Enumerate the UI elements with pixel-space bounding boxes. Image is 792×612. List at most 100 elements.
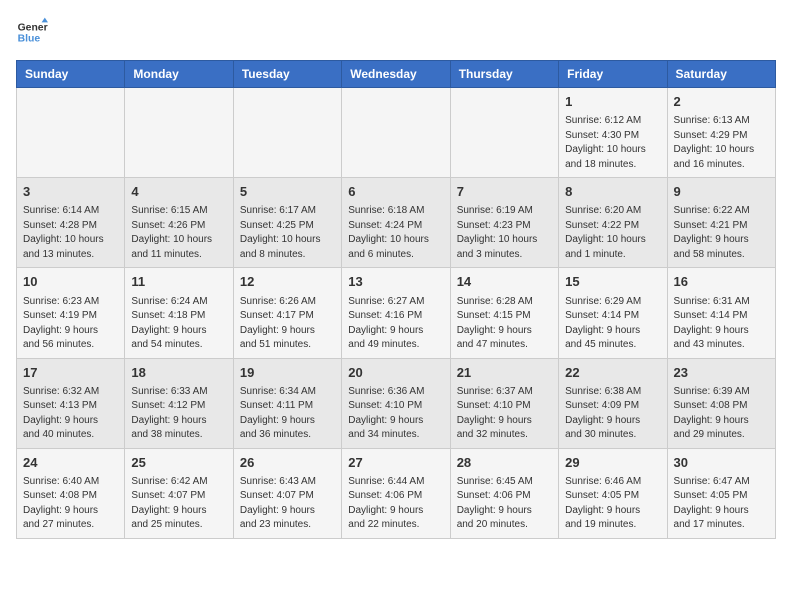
day-info: Sunrise: 6:12 AMSunset: 4:30 PMDaylight:… bbox=[565, 114, 660, 172]
day-info: Sunrise: 6:39 AMSunset: 4:08 PMDaylight:… bbox=[674, 385, 769, 443]
calendar-cell: 6 Sunrise: 6:18 AMSunset: 4:24 PMDaylight… bbox=[342, 178, 450, 268]
day-info: Sunrise: 6:38 AMSunset: 4:09 PMDaylight:… bbox=[565, 385, 660, 443]
day-info: Sunrise: 6:28 AMSunset: 4:15 PMDaylight:… bbox=[457, 295, 552, 353]
calendar-cell: 17 Sunrise: 6:32 AMSunset: 4:13 PMDayligh… bbox=[17, 358, 125, 448]
day-number: 18 bbox=[131, 364, 226, 382]
day-number: 15 bbox=[565, 273, 660, 291]
day-number: 11 bbox=[131, 273, 226, 291]
day-info: Sunrise: 6:43 AMSunset: 4:07 PMDaylight:… bbox=[240, 475, 335, 533]
day-number: 19 bbox=[240, 364, 335, 382]
calendar-cell: 18 Sunrise: 6:33 AMSunset: 4:12 PMDayligh… bbox=[125, 358, 233, 448]
calendar-week-row: 1 Sunrise: 6:12 AMSunset: 4:30 PMDaylight… bbox=[17, 88, 776, 178]
calendar-cell: 20 Sunrise: 6:36 AMSunset: 4:10 PMDayligh… bbox=[342, 358, 450, 448]
day-number: 26 bbox=[240, 454, 335, 472]
header-day: Monday bbox=[125, 61, 233, 88]
day-number: 6 bbox=[348, 183, 443, 201]
day-info: Sunrise: 6:46 AMSunset: 4:05 PMDaylight:… bbox=[565, 475, 660, 533]
logo-icon: General Blue bbox=[16, 16, 48, 48]
calendar-cell: 26 Sunrise: 6:43 AMSunset: 4:07 PMDayligh… bbox=[233, 448, 341, 538]
calendar-cell: 27 Sunrise: 6:44 AMSunset: 4:06 PMDayligh… bbox=[342, 448, 450, 538]
day-info: Sunrise: 6:26 AMSunset: 4:17 PMDaylight:… bbox=[240, 295, 335, 353]
calendar-cell: 3 Sunrise: 6:14 AMSunset: 4:28 PMDaylight… bbox=[17, 178, 125, 268]
day-number: 3 bbox=[23, 183, 118, 201]
svg-text:Blue: Blue bbox=[18, 34, 41, 45]
day-number: 9 bbox=[674, 183, 769, 201]
day-info: Sunrise: 6:33 AMSunset: 4:12 PMDaylight:… bbox=[131, 385, 226, 443]
day-number: 21 bbox=[457, 364, 552, 382]
calendar-cell bbox=[342, 88, 450, 178]
day-number: 30 bbox=[674, 454, 769, 472]
calendar-cell: 30 Sunrise: 6:47 AMSunset: 4:05 PMDayligh… bbox=[667, 448, 775, 538]
calendar-cell bbox=[125, 88, 233, 178]
header-row: SundayMondayTuesdayWednesdayThursdayFrid… bbox=[17, 61, 776, 88]
day-number: 12 bbox=[240, 273, 335, 291]
calendar-table: SundayMondayTuesdayWednesdayThursdayFrid… bbox=[16, 60, 776, 539]
day-info: Sunrise: 6:34 AMSunset: 4:11 PMDaylight:… bbox=[240, 385, 335, 443]
day-info: Sunrise: 6:19 AMSunset: 4:23 PMDaylight:… bbox=[457, 204, 552, 262]
calendar-cell: 19 Sunrise: 6:34 AMSunset: 4:11 PMDayligh… bbox=[233, 358, 341, 448]
header: General Blue bbox=[16, 16, 776, 48]
calendar-cell: 29 Sunrise: 6:46 AMSunset: 4:05 PMDayligh… bbox=[559, 448, 667, 538]
calendar-cell: 28 Sunrise: 6:45 AMSunset: 4:06 PMDayligh… bbox=[450, 448, 558, 538]
day-number: 28 bbox=[457, 454, 552, 472]
day-number: 16 bbox=[674, 273, 769, 291]
day-number: 22 bbox=[565, 364, 660, 382]
calendar-week-row: 17 Sunrise: 6:32 AMSunset: 4:13 PMDayligh… bbox=[17, 358, 776, 448]
day-number: 27 bbox=[348, 454, 443, 472]
calendar-cell bbox=[450, 88, 558, 178]
day-info: Sunrise: 6:15 AMSunset: 4:26 PMDaylight:… bbox=[131, 204, 226, 262]
calendar-body: 1 Sunrise: 6:12 AMSunset: 4:30 PMDaylight… bbox=[17, 88, 776, 539]
calendar-cell: 2 Sunrise: 6:13 AMSunset: 4:29 PMDaylight… bbox=[667, 88, 775, 178]
logo: General Blue bbox=[16, 16, 48, 48]
calendar-week-row: 3 Sunrise: 6:14 AMSunset: 4:28 PMDaylight… bbox=[17, 178, 776, 268]
day-info: Sunrise: 6:37 AMSunset: 4:10 PMDaylight:… bbox=[457, 385, 552, 443]
day-info: Sunrise: 6:18 AMSunset: 4:24 PMDaylight:… bbox=[348, 204, 443, 262]
calendar-cell: 1 Sunrise: 6:12 AMSunset: 4:30 PMDaylight… bbox=[559, 88, 667, 178]
calendar-cell: 25 Sunrise: 6:42 AMSunset: 4:07 PMDayligh… bbox=[125, 448, 233, 538]
day-info: Sunrise: 6:45 AMSunset: 4:06 PMDaylight:… bbox=[457, 475, 552, 533]
day-info: Sunrise: 6:36 AMSunset: 4:10 PMDaylight:… bbox=[348, 385, 443, 443]
svg-text:General: General bbox=[18, 22, 48, 33]
day-info: Sunrise: 6:17 AMSunset: 4:25 PMDaylight:… bbox=[240, 204, 335, 262]
calendar-cell: 11 Sunrise: 6:24 AMSunset: 4:18 PMDayligh… bbox=[125, 268, 233, 358]
calendar-cell: 4Sunrise: 6:15 AMSunset: 4:26 PMDaylight… bbox=[125, 178, 233, 268]
day-info: Sunrise: 6:27 AMSunset: 4:16 PMDaylight:… bbox=[348, 295, 443, 353]
day-number: 17 bbox=[23, 364, 118, 382]
day-number: 25 bbox=[131, 454, 226, 472]
calendar-week-row: 10 Sunrise: 6:23 AMSunset: 4:19 PMDayligh… bbox=[17, 268, 776, 358]
calendar-cell: 16 Sunrise: 6:31 AMSunset: 4:14 PMDayligh… bbox=[667, 268, 775, 358]
day-number: 20 bbox=[348, 364, 443, 382]
calendar-cell: 24Sunrise: 6:40 AMSunset: 4:08 PMDayligh… bbox=[17, 448, 125, 538]
header-day: Sunday bbox=[17, 61, 125, 88]
calendar-cell: 8Sunrise: 6:20 AMSunset: 4:22 PMDaylight… bbox=[559, 178, 667, 268]
day-info: Sunrise: 6:44 AMSunset: 4:06 PMDaylight:… bbox=[348, 475, 443, 533]
day-info: Sunrise: 6:20 AMSunset: 4:22 PMDaylight:… bbox=[565, 204, 660, 262]
day-info: Sunrise: 6:31 AMSunset: 4:14 PMDaylight:… bbox=[674, 295, 769, 353]
day-number: 5 bbox=[240, 183, 335, 201]
calendar-cell: 9 Sunrise: 6:22 AMSunset: 4:21 PMDaylight… bbox=[667, 178, 775, 268]
calendar-week-row: 24Sunrise: 6:40 AMSunset: 4:08 PMDayligh… bbox=[17, 448, 776, 538]
day-number: 2 bbox=[674, 93, 769, 111]
calendar-cell: 5 Sunrise: 6:17 AMSunset: 4:25 PMDaylight… bbox=[233, 178, 341, 268]
day-info: Sunrise: 6:22 AMSunset: 4:21 PMDaylight:… bbox=[674, 204, 769, 262]
day-info: Sunrise: 6:24 AMSunset: 4:18 PMDaylight:… bbox=[131, 295, 226, 353]
day-number: 10 bbox=[23, 273, 118, 291]
calendar-cell: 10 Sunrise: 6:23 AMSunset: 4:19 PMDayligh… bbox=[17, 268, 125, 358]
day-info: Sunrise: 6:47 AMSunset: 4:05 PMDaylight:… bbox=[674, 475, 769, 533]
day-info: Sunrise: 6:23 AMSunset: 4:19 PMDaylight:… bbox=[23, 295, 118, 353]
calendar-cell bbox=[17, 88, 125, 178]
calendar-cell: 21 Sunrise: 6:37 AMSunset: 4:10 PMDayligh… bbox=[450, 358, 558, 448]
day-number: 29 bbox=[565, 454, 660, 472]
calendar-cell: 23Sunrise: 6:39 AMSunset: 4:08 PMDayligh… bbox=[667, 358, 775, 448]
day-info: Sunrise: 6:42 AMSunset: 4:07 PMDaylight:… bbox=[131, 475, 226, 533]
day-info: Sunrise: 6:32 AMSunset: 4:13 PMDaylight:… bbox=[23, 385, 118, 443]
day-number: 1 bbox=[565, 93, 660, 111]
day-info: Sunrise: 6:13 AMSunset: 4:29 PMDaylight:… bbox=[674, 114, 769, 172]
calendar-cell: 22 Sunrise: 6:38 AMSunset: 4:09 PMDayligh… bbox=[559, 358, 667, 448]
calendar-cell: 13Sunrise: 6:27 AMSunset: 4:16 PMDayligh… bbox=[342, 268, 450, 358]
calendar-cell bbox=[233, 88, 341, 178]
day-info: Sunrise: 6:14 AMSunset: 4:28 PMDaylight:… bbox=[23, 204, 118, 262]
calendar-cell: 7Sunrise: 6:19 AMSunset: 4:23 PMDaylight… bbox=[450, 178, 558, 268]
header-day: Tuesday bbox=[233, 61, 341, 88]
header-day: Saturday bbox=[667, 61, 775, 88]
